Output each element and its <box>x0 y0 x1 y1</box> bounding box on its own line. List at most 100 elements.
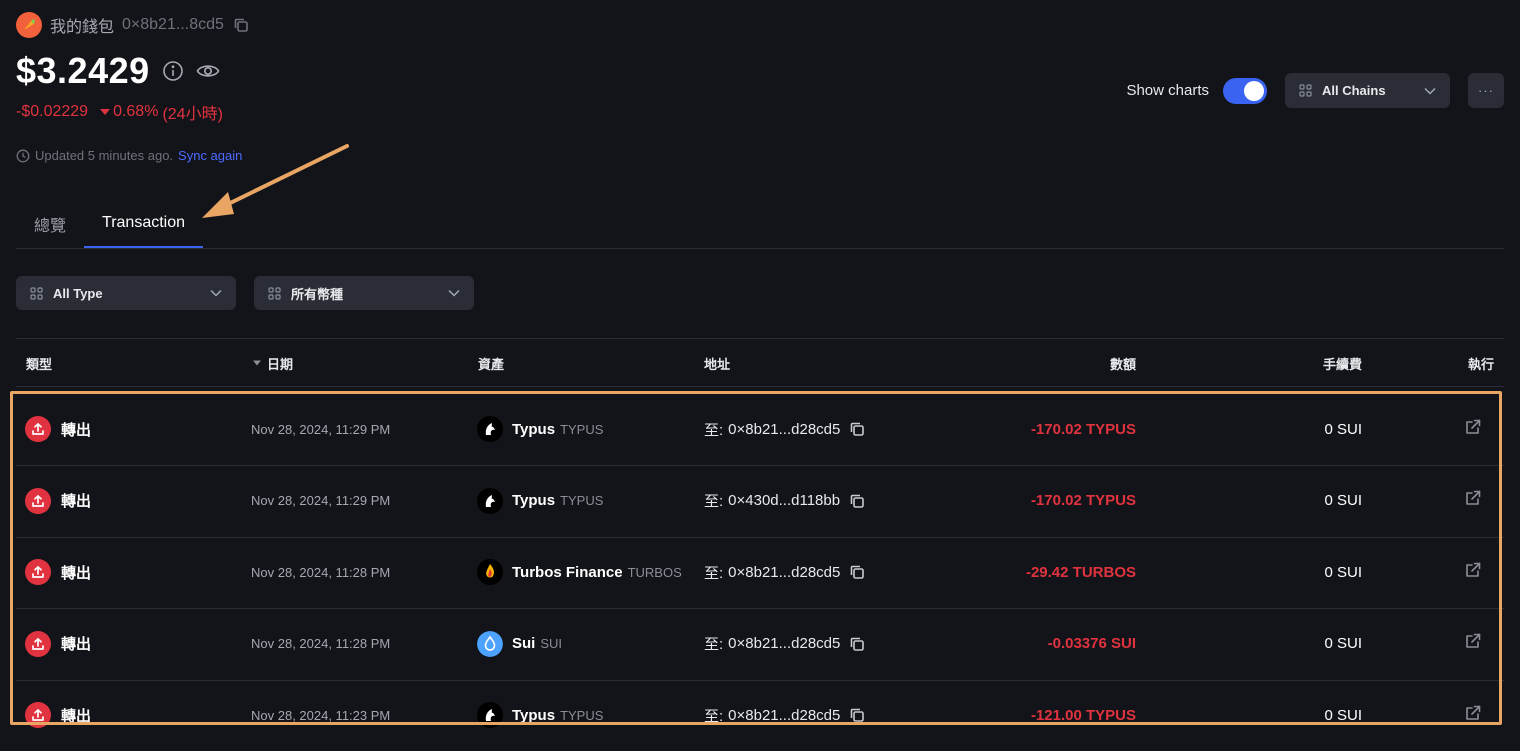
copy-icon[interactable] <box>848 563 866 581</box>
date-text: Nov 28, 2024, 11:28 PM <box>251 564 391 580</box>
table-row[interactable]: 轉出 Nov 28, 2024, 11:29 PM Typus TYPUS 至:… <box>16 394 1504 466</box>
table-row[interactable]: 轉出 Nov 28, 2024, 11:29 PM Typus TYPUS 至:… <box>16 466 1504 538</box>
send-out-icon <box>25 559 51 585</box>
copy-icon[interactable] <box>848 635 866 653</box>
change-amount: -$0.02229 <box>16 103 89 120</box>
tab-bar: 總覽 Transaction <box>16 200 1504 249</box>
chain-select[interactable]: All Chains <box>1285 73 1450 108</box>
fee-text: 0 SUI <box>1324 635 1362 652</box>
asset-name: Sui <box>512 635 536 652</box>
address-cell: 至: 0×8b21...d28cd5 <box>704 680 866 750</box>
eye-icon[interactable] <box>196 62 220 80</box>
typus-logo-icon <box>477 416 503 442</box>
info-icon[interactable] <box>162 60 184 82</box>
divider <box>16 338 1504 339</box>
show-charts-toggle[interactable] <box>1223 77 1267 104</box>
filter-bar: All Type 所有幣種 <box>16 276 474 310</box>
updated-text: Updated 5 minutes ago. <box>35 148 174 163</box>
sort-caret-icon <box>253 360 261 366</box>
fee-cell: 0 SUI <box>1324 466 1362 536</box>
external-link-icon[interactable] <box>1464 632 1482 655</box>
address-prefix: 至: <box>704 493 724 510</box>
wallet-logo-icon <box>16 12 42 38</box>
header-fee: 手續費 <box>1323 340 1362 386</box>
chevron-down-icon <box>1424 87 1436 95</box>
address-cell: 至: 0×8b21...d28cd5 <box>704 609 866 679</box>
amount-text: -0.03376 SUI <box>1047 635 1136 652</box>
asset-name: Typus <box>512 492 556 509</box>
amount-cell: -29.42 TURBOS <box>1026 537 1136 607</box>
amount-cell: -121.00 TYPUS <box>1031 680 1136 750</box>
change-period: (24小時) <box>162 106 223 123</box>
asset-name: Typus <box>512 706 556 724</box>
send-out-icon <box>25 487 51 514</box>
amount-text: -29.42 TURBOS <box>1025 563 1136 581</box>
external-link-icon[interactable] <box>1464 489 1482 512</box>
tab-transaction[interactable]: Transaction <box>84 200 204 248</box>
external-link-icon[interactable] <box>1464 704 1482 727</box>
copy-icon[interactable] <box>848 706 866 724</box>
fee-cell: 0 SUI <box>1324 609 1362 679</box>
send-out-icon <box>25 702 51 728</box>
header-fee-label: 手續費 <box>1322 356 1362 372</box>
fee-text: 0 SUI <box>1324 563 1362 581</box>
date-cell: Nov 28, 2024, 11:23 PM <box>251 680 390 750</box>
address-cell: 至: 0×8b21...d28cd5 <box>704 537 866 607</box>
typus-logo-icon <box>477 487 503 514</box>
fee-text: 0 SUI <box>1324 492 1362 509</box>
type-label: 轉出 <box>61 421 92 439</box>
date-text: Nov 28, 2024, 11:23 PM <box>251 707 391 723</box>
action-cell <box>1464 394 1482 464</box>
amount-cell: -170.02 TYPUS <box>1031 466 1136 536</box>
copy-icon[interactable] <box>232 16 250 34</box>
address-text: 0×8b21...d28cd5 <box>728 563 841 581</box>
turbos-logo-icon <box>477 559 503 585</box>
typus-logo-icon <box>477 702 503 728</box>
action-cell <box>1464 609 1482 679</box>
external-link-icon[interactable] <box>1464 418 1482 441</box>
more-button[interactable]: ··· <box>1468 73 1504 108</box>
header-type: 類型 <box>26 340 52 386</box>
copy-icon[interactable] <box>848 420 866 438</box>
header-action-label: 執行 <box>1467 356 1494 372</box>
asset-symbol: TYPUS <box>560 493 604 508</box>
send-out-icon <box>25 416 51 442</box>
action-cell <box>1464 466 1482 536</box>
table-row[interactable]: 轉出 Nov 28, 2024, 11:23 PM Typus TYPUS 至:… <box>16 680 1504 751</box>
asset-cell: Turbos Finance TURBOS <box>477 537 682 607</box>
type-filter-select[interactable]: All Type <box>16 276 236 310</box>
type-label: 轉出 <box>61 493 92 510</box>
date-cell: Nov 28, 2024, 11:28 PM <box>251 537 390 607</box>
header-asset: 資產 <box>478 340 504 386</box>
external-link-icon[interactable] <box>1464 561 1482 584</box>
wallet-header: 我的錢包 0×8b21...8cd5 <box>16 12 250 38</box>
header-action: 執行 <box>1468 340 1494 386</box>
fee-text: 0 SUI <box>1324 706 1362 724</box>
copy-icon[interactable] <box>848 492 866 510</box>
date-text: Nov 28, 2024, 11:29 PM <box>251 493 391 508</box>
currency-filter-select[interactable]: 所有幣種 <box>254 276 474 310</box>
header-amount: 數額 <box>1110 340 1136 386</box>
header-date-label: 日期 <box>267 356 294 372</box>
tab-overview[interactable]: 總覽 <box>16 200 84 247</box>
address-prefix: 至: <box>704 636 724 653</box>
top-controls: Show charts All Chains ··· <box>1126 73 1504 108</box>
amount-text: -170.02 TYPUS <box>1030 420 1136 438</box>
date-cell: Nov 28, 2024, 11:28 PM <box>251 609 390 679</box>
address-cell: 至: 0×430d...d118bb <box>704 466 866 536</box>
grid-icon <box>1299 84 1312 97</box>
balance-row: $3.2429 <box>16 50 220 92</box>
show-charts-label: Show charts <box>1126 82 1209 99</box>
chevron-down-icon <box>210 289 222 297</box>
table-row[interactable]: 轉出 Nov 28, 2024, 11:28 PM Sui SUI 至: 0×8… <box>16 609 1504 681</box>
table-row[interactable]: 轉出 Nov 28, 2024, 11:28 PM Turbos Finance… <box>16 537 1504 609</box>
header-date[interactable]: 日期 <box>253 340 293 386</box>
address-text: 0×8b21...d28cd5 <box>728 706 841 724</box>
asset-symbol: SUI <box>540 636 563 651</box>
fee-cell: 0 SUI <box>1324 537 1362 607</box>
header-address-label: 地址 <box>704 356 731 372</box>
send-out-icon <box>25 630 51 657</box>
address-prefix: 至: <box>704 421 724 439</box>
asset-symbol: TYPUS <box>560 707 604 723</box>
address-prefix: 至: <box>704 707 724 725</box>
